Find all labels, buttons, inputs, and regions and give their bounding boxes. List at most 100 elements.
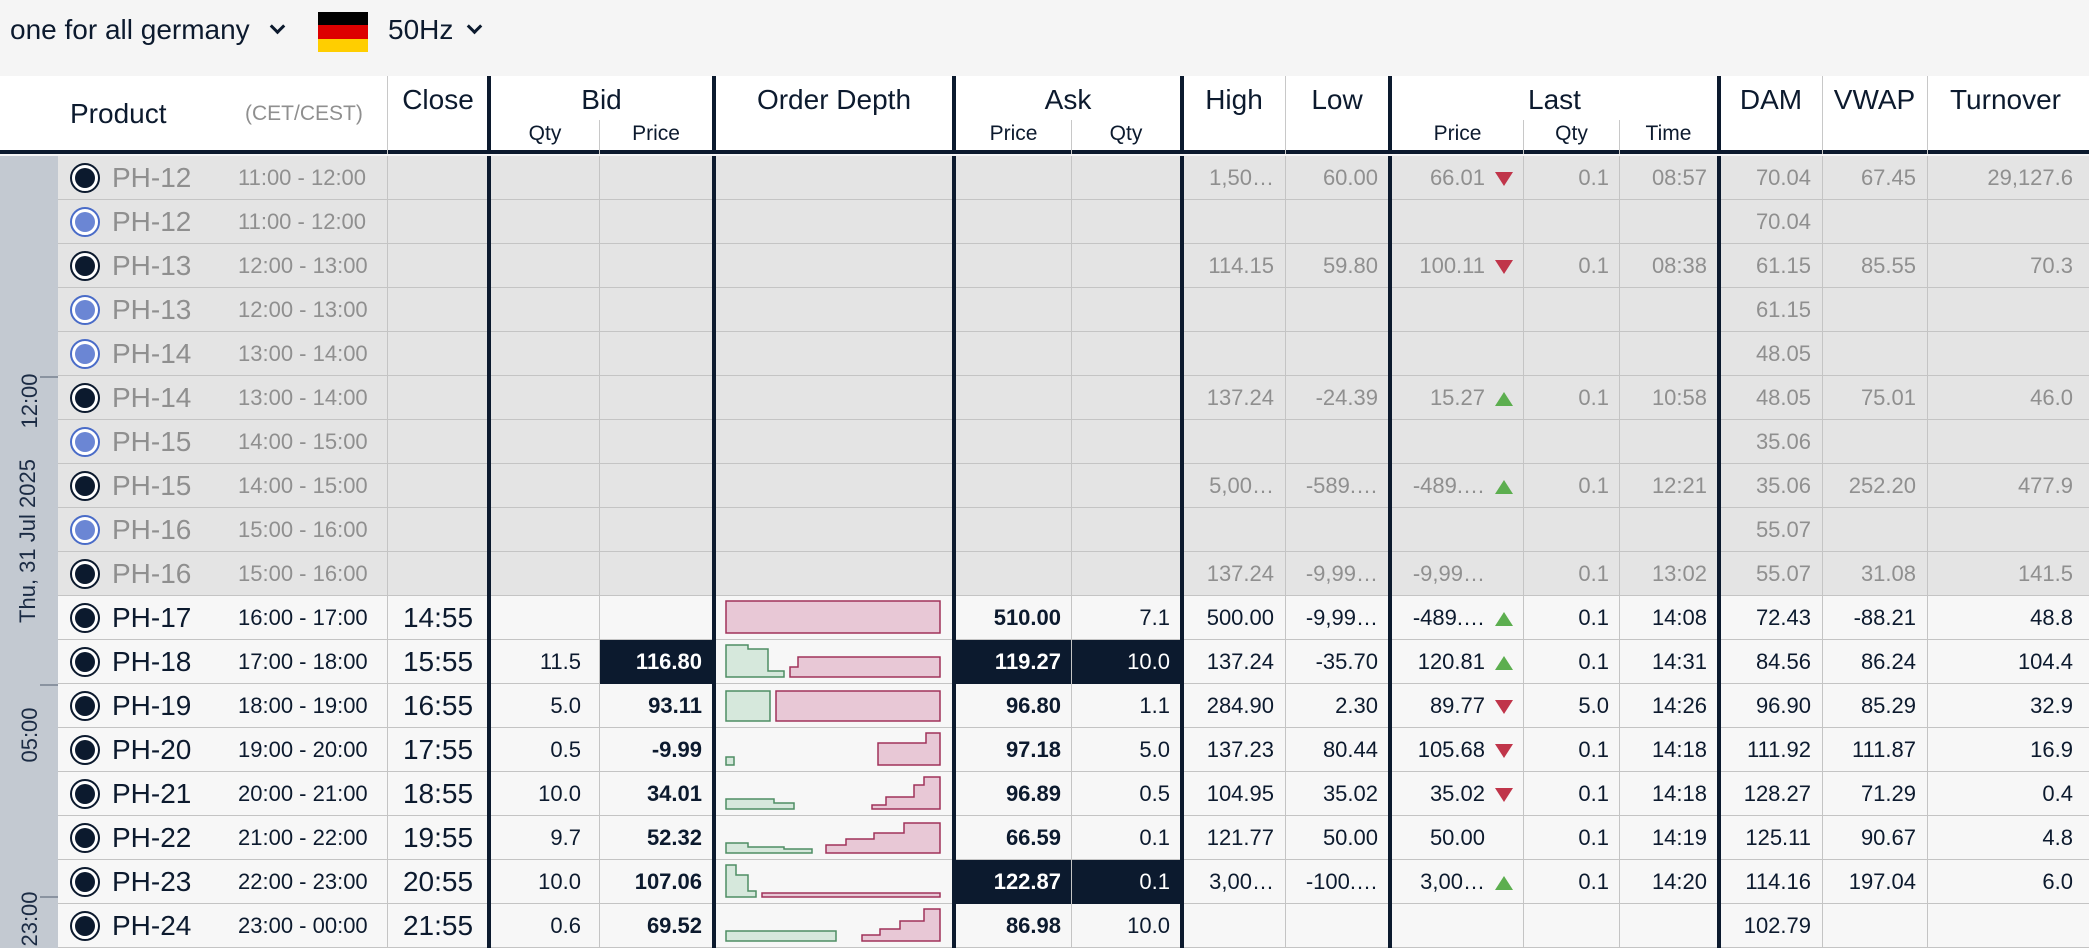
- cell-ask-qty[interactable]: 10.0: [1072, 640, 1180, 684]
- cell-ask-qty[interactable]: [1072, 332, 1180, 376]
- header-last-time[interactable]: Time: [1620, 122, 1717, 146]
- cell-bid-qty[interactable]: [491, 244, 591, 288]
- cell-bid-qty[interactable]: 0.5: [491, 728, 591, 772]
- cell-ask-price[interactable]: [956, 156, 1071, 200]
- table-row[interactable]: PH-20 19:00 - 20:00 17:55 0.5 -9.99 97.18 5.0 1…: [58, 728, 2089, 772]
- cell-bid-price[interactable]: 93.11: [600, 684, 712, 728]
- product-radio[interactable]: [70, 911, 100, 941]
- order-depth-chart[interactable]: [724, 599, 944, 637]
- product-radio[interactable]: [70, 603, 100, 633]
- cell-bid-qty[interactable]: 10.0: [491, 772, 591, 816]
- order-depth-chart[interactable]: [724, 819, 944, 857]
- cell-bid-price[interactable]: [600, 464, 712, 508]
- cell-bid-price[interactable]: [600, 288, 712, 332]
- table-row[interactable]: PH-23 22:00 - 23:00 20:55 10.0 107.06 122.87 0…: [58, 860, 2089, 904]
- cell-bid-price[interactable]: 34.01: [600, 772, 712, 816]
- cell-bid-price[interactable]: [600, 332, 712, 376]
- product-radio[interactable]: [70, 295, 100, 325]
- table-row[interactable]: PH-18 17:00 - 18:00 15:55 11.5 116.80 119.27 1…: [58, 640, 2089, 684]
- cell-ask-price[interactable]: [956, 332, 1071, 376]
- cell-bid-qty[interactable]: [491, 332, 591, 376]
- cell-ask-qty[interactable]: [1072, 376, 1180, 420]
- order-depth-chart[interactable]: [724, 907, 944, 945]
- cell-bid-qty[interactable]: [491, 420, 591, 464]
- cell-bid-qty[interactable]: [491, 508, 591, 552]
- cell-ask-qty[interactable]: [1072, 464, 1180, 508]
- cell-ask-price[interactable]: [956, 288, 1071, 332]
- cell-bid-qty[interactable]: 5.0: [491, 684, 591, 728]
- cell-bid-price[interactable]: [600, 552, 712, 596]
- cell-ask-qty[interactable]: 7.1: [1072, 596, 1180, 640]
- cell-bid-price[interactable]: [600, 376, 712, 420]
- product-radio[interactable]: [70, 823, 100, 853]
- cell-ask-qty[interactable]: [1072, 508, 1180, 552]
- table-row[interactable]: PH-15 14:00 - 15:00 35.06: [58, 420, 2089, 464]
- cell-ask-price[interactable]: 66.59: [956, 816, 1071, 860]
- cell-bid-qty[interactable]: [491, 200, 591, 244]
- cell-bid-price[interactable]: [600, 156, 712, 200]
- cell-ask-price[interactable]: 510.00: [956, 596, 1071, 640]
- header-turnover[interactable]: Turnover: [1928, 84, 2083, 116]
- header-low[interactable]: Low: [1286, 84, 1388, 116]
- cell-ask-qty[interactable]: 0.1: [1072, 816, 1180, 860]
- cell-ask-qty[interactable]: [1072, 244, 1180, 288]
- cell-bid-price[interactable]: [600, 420, 712, 464]
- cell-bid-qty[interactable]: [491, 288, 591, 332]
- cell-bid-price[interactable]: 116.80: [600, 640, 712, 684]
- cell-ask-qty[interactable]: 0.1: [1072, 860, 1180, 904]
- order-depth-chart[interactable]: [724, 687, 944, 725]
- cell-ask-price[interactable]: [956, 420, 1071, 464]
- product-radio[interactable]: [70, 779, 100, 809]
- product-radio[interactable]: [70, 251, 100, 281]
- product-radio[interactable]: [70, 647, 100, 677]
- cell-bid-price[interactable]: [600, 200, 712, 244]
- header-product[interactable]: Product: [70, 98, 167, 130]
- table-row[interactable]: PH-16 15:00 - 16:00 55.07: [58, 508, 2089, 552]
- product-radio[interactable]: [70, 471, 100, 501]
- product-radio[interactable]: [70, 559, 100, 589]
- header-vwap[interactable]: VWAP: [1823, 84, 1926, 116]
- market-selector[interactable]: one for all germany: [10, 14, 285, 46]
- cell-ask-qty[interactable]: [1072, 156, 1180, 200]
- table-row[interactable]: PH-12 11:00 - 12:00 70.04: [58, 200, 2089, 244]
- product-radio[interactable]: [70, 427, 100, 457]
- cell-ask-price[interactable]: [956, 508, 1071, 552]
- order-depth-chart[interactable]: [724, 731, 944, 769]
- cell-bid-price[interactable]: 69.52: [600, 904, 712, 948]
- cell-bid-qty[interactable]: [491, 596, 591, 640]
- cell-ask-price[interactable]: [956, 244, 1071, 288]
- cell-bid-qty[interactable]: 10.0: [491, 860, 591, 904]
- product-radio[interactable]: [70, 735, 100, 765]
- table-row[interactable]: PH-24 23:00 - 00:00 21:55 0.6 69.52 86.98 10.0…: [58, 904, 2089, 948]
- table-row[interactable]: PH-13 12:00 - 13:00 61.15: [58, 288, 2089, 332]
- cell-ask-price[interactable]: 86.98: [956, 904, 1071, 948]
- table-row[interactable]: PH-14 13:00 - 14:00 137.24 -24.39 0.1 10:58 48…: [58, 376, 2089, 420]
- order-depth-chart[interactable]: [724, 775, 944, 813]
- order-depth-chart[interactable]: [724, 863, 944, 901]
- header-last-price[interactable]: Price: [1392, 122, 1523, 146]
- cell-bid-qty[interactable]: 9.7: [491, 816, 591, 860]
- cell-ask-qty[interactable]: [1072, 288, 1180, 332]
- cell-ask-price[interactable]: 96.80: [956, 684, 1071, 728]
- table-row[interactable]: PH-19 18:00 - 19:00 16:55 5.0 93.11 96.80 1.1 2…: [58, 684, 2089, 728]
- cell-bid-qty[interactable]: [491, 464, 591, 508]
- cell-ask-qty[interactable]: [1072, 420, 1180, 464]
- product-radio[interactable]: [70, 383, 100, 413]
- cell-ask-price[interactable]: [956, 200, 1071, 244]
- cell-ask-qty[interactable]: 5.0: [1072, 728, 1180, 772]
- order-depth-chart[interactable]: [724, 643, 944, 681]
- table-row[interactable]: PH-16 15:00 - 16:00 137.24 -9,99… 0.1 13:02 55…: [58, 552, 2089, 596]
- product-radio[interactable]: [70, 163, 100, 193]
- header-ask-qty[interactable]: Qty: [1072, 122, 1180, 146]
- table-row[interactable]: PH-15 14:00 - 15:00 5,00… -589.… 0.1 12:21 35.…: [58, 464, 2089, 508]
- table-row[interactable]: PH-22 21:00 - 22:00 19:55 9.7 52.32 66.59 0.1 1…: [58, 816, 2089, 860]
- table-row[interactable]: PH-17 16:00 - 17:00 14:55 510.00 7.1 500.00 -9…: [58, 596, 2089, 640]
- cell-bid-qty[interactable]: 11.5: [491, 640, 591, 684]
- table-row[interactable]: PH-12 11:00 - 12:00 1,50… 60.00 0.1 08:57 70.0…: [58, 156, 2089, 200]
- header-last-qty[interactable]: Qty: [1524, 122, 1619, 146]
- cell-ask-price[interactable]: 119.27: [956, 640, 1071, 684]
- cell-ask-price[interactable]: [956, 464, 1071, 508]
- table-row[interactable]: PH-21 20:00 - 21:00 18:55 10.0 34.01 96.89 0.5…: [58, 772, 2089, 816]
- cell-bid-qty[interactable]: 0.6: [491, 904, 591, 948]
- header-ask-price[interactable]: Price: [956, 122, 1071, 146]
